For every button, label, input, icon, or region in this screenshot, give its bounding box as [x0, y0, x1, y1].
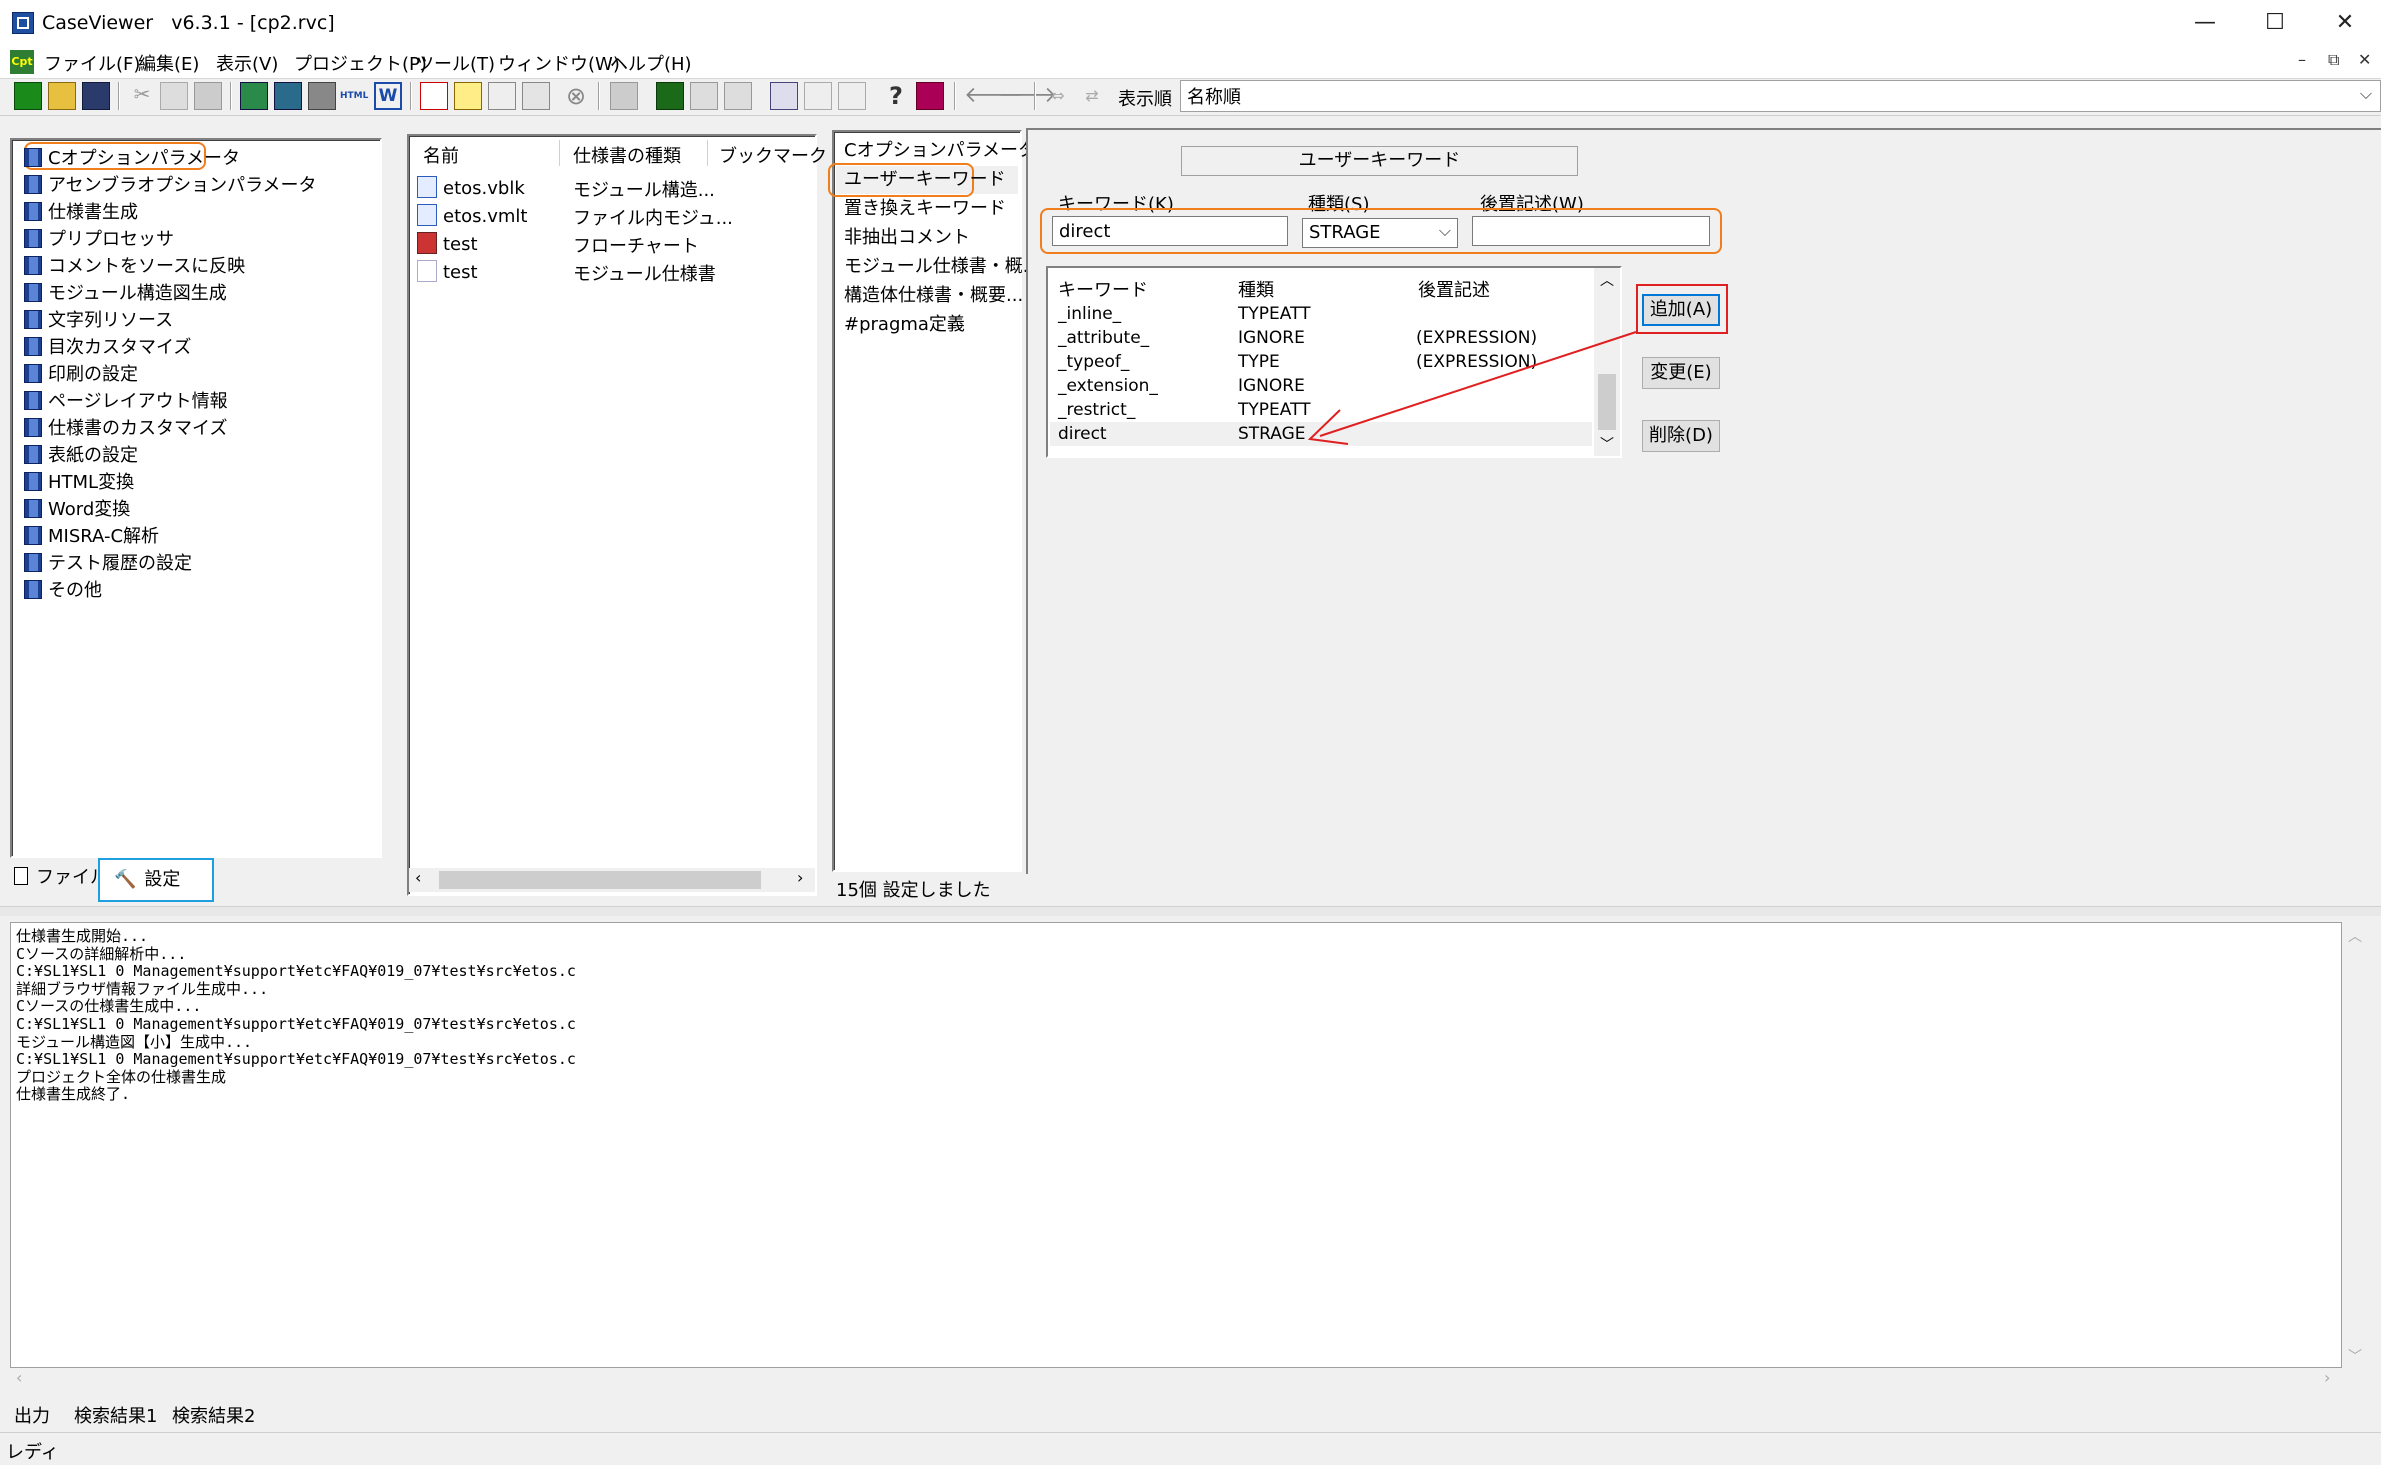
status-text: レディ: [6, 1442, 59, 1463]
output-line: 仕様書生成終了.: [16, 1085, 131, 1104]
output-line: 詳細ブラウザ情報ファイル生成中...: [16, 979, 269, 998]
output-line: モジュール構造図【小】生成中...: [16, 1032, 253, 1051]
output-line: C:¥SL1¥SL1 0 Management¥support¥etc¥FAQ¥…: [16, 962, 576, 981]
chevron-up-icon[interactable]: ︿: [2348, 926, 2362, 946]
output-line: 仕様書生成開始...: [16, 927, 149, 945]
tab-output[interactable]: 出力: [14, 1402, 50, 1428]
output-line: プロジェクト全体の仕様書生成: [16, 1067, 227, 1086]
output-line: Cソースの詳細解析中...: [16, 944, 187, 963]
tab-search-results-1[interactable]: 検索結果1: [74, 1402, 157, 1428]
status-bar: [0, 1432, 2381, 1465]
output-line: C:¥SL1¥SL1 0 Management¥support¥etc¥FAQ¥…: [16, 1050, 576, 1069]
chevron-right-icon[interactable]: ›: [2324, 1368, 2330, 1387]
chevron-down-icon[interactable]: ﹀: [2348, 1346, 2362, 1366]
horizontal-splitter[interactable]: [0, 906, 2381, 916]
output-log[interactable]: [10, 922, 2342, 1368]
output-line: Cソースの仕様書生成中...: [16, 997, 202, 1016]
output-vscroll[interactable]: ︿ ﹀: [2342, 922, 2368, 1368]
chevron-left-icon[interactable]: ‹: [16, 1368, 22, 1387]
output-line: C:¥SL1¥SL1 0 Management¥support¥etc¥FAQ¥…: [16, 1015, 576, 1033]
tab-search-results-2[interactable]: 検索結果2: [172, 1402, 255, 1428]
output-hscroll[interactable]: ‹ ›: [10, 1368, 2342, 1392]
